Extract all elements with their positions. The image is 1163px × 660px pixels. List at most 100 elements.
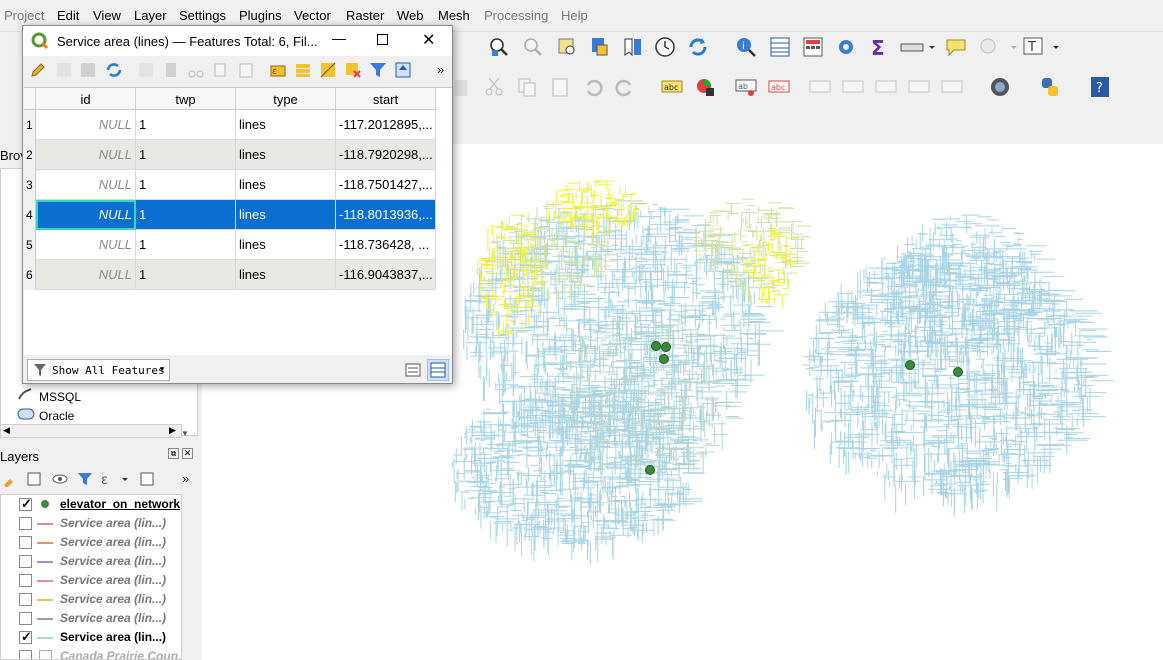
- menu-project[interactable]: Project: [4, 8, 44, 23]
- close-panel-button[interactable]: ✕: [182, 448, 193, 459]
- menu-processing[interactable]: Processing: [484, 8, 548, 23]
- table-row[interactable]: 5 NULL 1 lines -118.736428, ...: [24, 230, 436, 260]
- table-row-selected[interactable]: 4 NULL 1 lines -118.8013936,...: [24, 200, 436, 230]
- browser-hscrollbar[interactable]: ◀ ▶: [0, 424, 182, 438]
- cut-icon[interactable]: [483, 76, 505, 98]
- elevator-point-marker[interactable]: [905, 360, 915, 370]
- delete-icon[interactable]: [450, 76, 472, 98]
- table-row[interactable]: 1 NULL 1 lines -117.2012895,...: [24, 110, 436, 140]
- layer-checkbox[interactable]: [19, 517, 32, 530]
- select-expression-icon[interactable]: ε: [269, 61, 287, 79]
- cell-start[interactable]: -118.8013936,...: [336, 200, 436, 230]
- cell-twp[interactable]: 1: [136, 140, 236, 170]
- table-row[interactable]: 6 NULL 1 lines -116.9043837,...: [24, 260, 436, 290]
- cell-type[interactable]: lines: [236, 260, 336, 290]
- label-move-icon[interactable]: [809, 76, 831, 98]
- label-change-icon[interactable]: [908, 76, 930, 98]
- dialog-toolbar-more[interactable]: »: [437, 62, 444, 77]
- close-button[interactable]: ✕: [422, 30, 435, 50]
- label-show-icon[interactable]: [842, 76, 864, 98]
- add-group-icon[interactable]: [26, 471, 42, 487]
- menu-vector[interactable]: Vector: [294, 8, 331, 23]
- attribute-table-icon[interactable]: [769, 36, 791, 58]
- table-row[interactable]: 3 NULL 1 lines -118.7501427,...: [24, 170, 436, 200]
- layer-checkbox[interactable]: [19, 629, 32, 645]
- delete-feature-icon[interactable]: [162, 61, 180, 79]
- layers-toolbar-more[interactable]: »: [182, 471, 189, 486]
- label-highlight-icon[interactable]: abc: [768, 76, 790, 98]
- python-console-icon[interactable]: [1039, 76, 1061, 98]
- browser-item-mssql[interactable]: MSSQL: [39, 390, 81, 404]
- add-feature-icon[interactable]: [137, 61, 155, 79]
- network-analysis-icon[interactable]: [989, 76, 1011, 98]
- column-header-type[interactable]: type: [236, 88, 336, 110]
- cell-twp[interactable]: 1: [136, 110, 236, 140]
- browser-item-oracle[interactable]: Oracle: [39, 409, 74, 423]
- copy-features-icon[interactable]: [212, 61, 230, 79]
- measure-icon[interactable]: [900, 36, 936, 58]
- cell-id[interactable]: NULL: [36, 110, 136, 140]
- text-annotation-icon[interactable]: T: [1022, 36, 1062, 58]
- help-icon[interactable]: ?: [1089, 76, 1111, 98]
- menu-settings[interactable]: Settings: [179, 8, 226, 23]
- column-header-twp[interactable]: twp: [136, 88, 236, 110]
- cell-twp[interactable]: 1: [136, 230, 236, 260]
- cell-start[interactable]: -118.736428, ...: [336, 230, 436, 260]
- copy-icon[interactable]: [516, 76, 538, 98]
- field-calculator-icon[interactable]: [802, 36, 824, 58]
- paste-icon[interactable]: [549, 76, 571, 98]
- zoom-out-icon[interactable]: [522, 36, 544, 58]
- cut-features-icon[interactable]: [187, 61, 205, 79]
- layer-checkbox[interactable]: [19, 536, 32, 549]
- statistics-sigma-icon[interactable]: Σ: [868, 36, 890, 58]
- menu-web[interactable]: Web: [397, 8, 424, 23]
- label-abc-icon[interactable]: abc: [661, 76, 683, 98]
- layer-item-service-area-1[interactable]: Service area (lin...): [1, 514, 181, 533]
- row-number[interactable]: 2: [24, 140, 36, 170]
- layer-checkbox[interactable]: [19, 612, 32, 625]
- cell-id[interactable]: NULL: [36, 230, 136, 260]
- zoom-selection-icon[interactable]: [589, 36, 611, 58]
- label-rotate-icon[interactable]: [875, 76, 897, 98]
- cell-start[interactable]: -116.9043837,...: [336, 260, 436, 290]
- menu-mesh[interactable]: Mesh: [438, 8, 470, 23]
- layer-item-service-area-active[interactable]: Service area (lin...): [1, 628, 181, 647]
- diagram-icon[interactable]: [694, 76, 716, 98]
- cell-type[interactable]: lines: [236, 140, 336, 170]
- show-all-features-dropdown[interactable]: Show All Features ▼: [27, 359, 170, 381]
- visibility-eye-icon[interactable]: [52, 471, 72, 487]
- float-panel-button[interactable]: ⧉: [168, 448, 179, 459]
- menu-help[interactable]: Help: [561, 8, 588, 23]
- row-number[interactable]: 4: [24, 200, 36, 230]
- elevator-point-marker[interactable]: [651, 341, 661, 351]
- cell-twp[interactable]: 1: [136, 260, 236, 290]
- layer-checkbox[interactable]: [19, 555, 32, 568]
- deselect-all-icon[interactable]: [344, 61, 362, 79]
- menu-layer[interactable]: Layer: [134, 8, 167, 23]
- column-header-id[interactable]: id: [36, 88, 136, 110]
- layer-item-service-area-3[interactable]: Service area (lin...): [1, 552, 181, 571]
- layer-item-elevator[interactable]: elevator_on_network: [1, 495, 181, 514]
- filter-icon[interactable]: [77, 471, 93, 487]
- bookmark-icon[interactable]: [622, 36, 644, 58]
- layer-item-service-area-5[interactable]: Service area (lin...): [1, 590, 181, 609]
- zoom-layer-icon[interactable]: [556, 36, 578, 58]
- cell-type[interactable]: lines: [236, 200, 336, 230]
- refresh-icon[interactable]: [687, 36, 709, 58]
- clock-icon[interactable]: [654, 36, 676, 58]
- expand-all-icon[interactable]: [139, 471, 155, 487]
- label-pin-icon[interactable]: ab: [735, 76, 757, 98]
- menu-raster[interactable]: Raster: [346, 8, 384, 23]
- menu-view[interactable]: View: [93, 8, 121, 23]
- cell-type[interactable]: lines: [236, 230, 336, 260]
- select-all-icon[interactable]: [294, 61, 312, 79]
- minimize-button[interactable]: —: [332, 30, 346, 46]
- layer-checkbox[interactable]: [19, 496, 32, 512]
- menu-plugins[interactable]: Plugins: [239, 8, 282, 23]
- cell-start[interactable]: -118.7920298,...: [336, 140, 436, 170]
- paste-features-icon[interactable]: [237, 61, 255, 79]
- save-edits-icon[interactable]: [79, 61, 97, 79]
- invert-selection-icon[interactable]: [319, 61, 337, 79]
- elevator-point-marker[interactable]: [645, 465, 655, 475]
- elevator-point-marker[interactable]: [659, 354, 669, 364]
